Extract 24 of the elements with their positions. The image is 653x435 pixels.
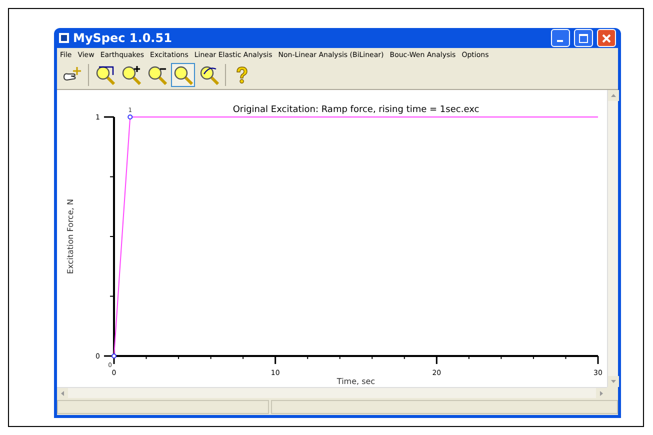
x-axis-label: Time, sec — [336, 377, 376, 386]
right-arrow-icon[interactable] — [600, 391, 603, 396]
magnifier-icon — [173, 65, 193, 85]
minimize-button[interactable] — [551, 29, 570, 47]
data-point — [112, 354, 116, 358]
left-arrow-icon[interactable] — [61, 391, 64, 396]
maximize-button[interactable] — [574, 29, 593, 47]
toolbar-button[interactable] — [171, 63, 195, 87]
zoom-box-icon — [95, 65, 115, 85]
data-point — [128, 114, 133, 120]
zoom-in-icon — [121, 65, 141, 85]
app-icon — [59, 33, 69, 43]
zoom-out-icon — [147, 65, 167, 85]
up-arrow-icon[interactable] — [611, 94, 616, 97]
y-axis-label: Excitation Force, N — [66, 199, 75, 274]
horizontal-scrollbar[interactable] — [57, 387, 607, 398]
close-button[interactable] — [597, 29, 616, 47]
down-arrow-icon[interactable] — [611, 380, 616, 383]
maximize-icon — [579, 34, 588, 42]
close-icon — [602, 34, 611, 42]
chart-title: Original Excitation: Ramp force, rising time = 1sec.exc — [232, 105, 480, 115]
window-title: MySpec 1.0.51 — [73, 31, 173, 45]
zoom-reset-icon — [199, 65, 219, 85]
vertical-scrollbar[interactable] — [607, 90, 618, 387]
